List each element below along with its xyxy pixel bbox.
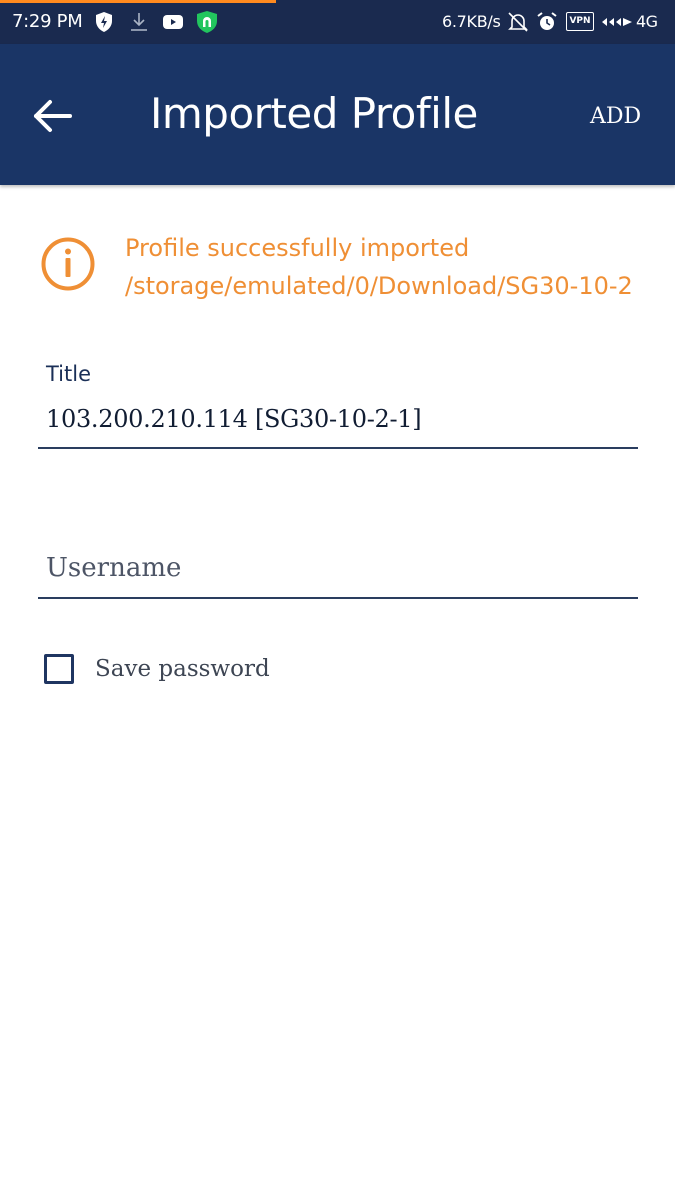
title-field[interactable]: 103.200.210.114 [SG30-10-2-1] xyxy=(46,405,422,433)
import-path-text: /storage/emulated/0/Download/SG30-10-2 xyxy=(125,272,633,300)
status-time: 7:29 PM xyxy=(12,11,83,32)
status-bar: 7:29 PM 6.7KB/s VPN 4G xyxy=(0,0,675,44)
title-underline xyxy=(38,447,638,449)
alarm-icon xyxy=(537,12,557,30)
screen: 7:29 PM 6.7KB/s VPN 4G Imported Profile … xyxy=(0,0,675,1200)
network-speed: 6.7KB/s xyxy=(442,12,501,31)
mute-bell-icon xyxy=(508,12,528,32)
page-title: Imported Profile xyxy=(150,89,478,138)
download-progress-bar xyxy=(0,0,276,3)
info-icon xyxy=(41,237,95,291)
import-success-text: Profile successfully imported xyxy=(125,234,470,262)
back-button[interactable] xyxy=(30,96,76,136)
username-underline xyxy=(38,597,638,599)
add-button[interactable]: ADD xyxy=(590,104,641,129)
app-bar: Imported Profile ADD xyxy=(0,44,675,185)
bolt-shield-icon xyxy=(96,12,112,32)
network-type: 4G xyxy=(636,12,658,31)
save-password-checkbox[interactable] xyxy=(44,654,74,684)
youtube-icon xyxy=(163,15,183,29)
vpn-badge-icon: VPN xyxy=(566,12,594,31)
save-password-label[interactable]: Save password xyxy=(95,656,270,682)
download-icon xyxy=(131,13,147,31)
title-label: Title xyxy=(46,362,92,386)
arrow-left-icon xyxy=(34,100,72,132)
vpn-shield-icon xyxy=(197,11,217,33)
username-field[interactable] xyxy=(38,540,638,596)
import-message: Profile successfully imported /storage/e… xyxy=(125,229,637,305)
signal-icon xyxy=(602,18,632,26)
